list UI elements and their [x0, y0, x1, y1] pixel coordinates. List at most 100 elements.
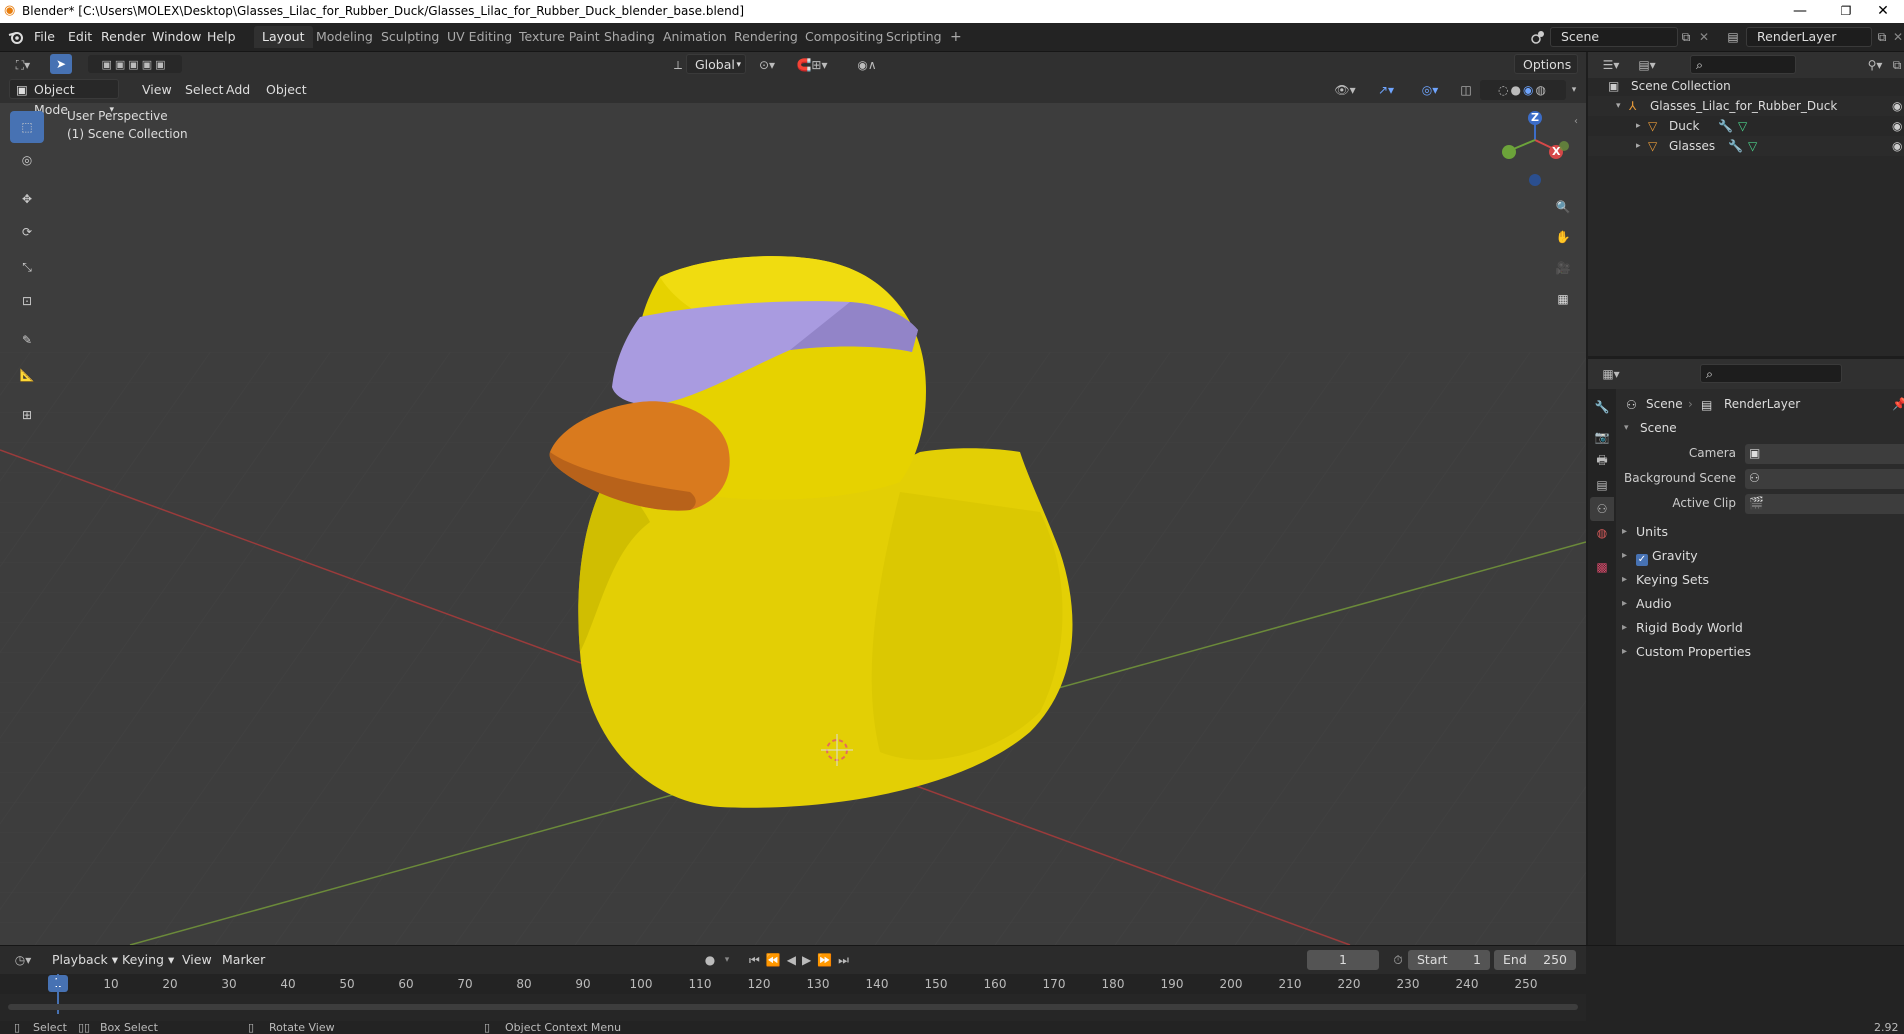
panel-custom-properties[interactable]: Custom Properties	[1622, 641, 1902, 663]
viewport-menu-view[interactable]: View	[134, 80, 180, 100]
tool-move[interactable]: ✥	[10, 183, 44, 215]
tab-texture[interactable]: ▩	[1590, 555, 1614, 579]
outliner-row-scene-collection[interactable]: ▣ Scene Collection	[1588, 76, 1904, 96]
minimize-button[interactable]: —	[1777, 0, 1823, 23]
camera-field[interactable]: ▣	[1745, 444, 1904, 464]
close-button[interactable]: ✕	[1860, 0, 1904, 23]
outliner-editor-type-icon[interactable]: ☰▾	[1596, 55, 1626, 75]
timeline-menu-marker[interactable]: Marker	[214, 950, 273, 970]
ortho-toggle-button[interactable]: ▦	[1549, 285, 1577, 313]
panel-units[interactable]: Units	[1622, 521, 1902, 543]
snap-icon[interactable]: 🧲⊞▾	[788, 55, 836, 75]
tab-animation[interactable]: Animation	[655, 26, 735, 48]
shading-options-icon[interactable]: ▾	[1566, 80, 1582, 100]
start-frame-field[interactable]: Start 1	[1408, 950, 1490, 970]
tab-uv-editing[interactable]: UV Editing	[439, 26, 520, 48]
options-dropdown[interactable]: Options▾	[1514, 54, 1578, 90]
tab-output[interactable]: 🖶	[1590, 449, 1614, 473]
tab-render[interactable]: 📷	[1590, 425, 1614, 449]
visibility-eye-icon[interactable]: ◉	[1892, 96, 1902, 116]
gizmo-toggle-icon[interactable]: ↗▾	[1368, 80, 1404, 100]
sidebar-toggle-icon[interactable]: ‹	[1574, 116, 1578, 127]
current-frame-field[interactable]: 1	[1307, 950, 1379, 970]
shading-mode-icons[interactable]: ◌● ◉ ◍	[1480, 80, 1566, 100]
menu-file[interactable]: File	[34, 29, 55, 44]
tool-transform[interactable]: ⊡	[10, 285, 44, 317]
record-icon[interactable]: ●	[700, 950, 720, 970]
selection-mode-icons[interactable]: ▣▣▣▣▣	[88, 55, 182, 73]
properties-editor-type-icon[interactable]: ▦▾	[1596, 364, 1626, 384]
timeline-ruler[interactable]: 1 10 20 30 40 50 60 70 80 90 100 110 120…	[0, 974, 1586, 994]
visibility-eye-icon[interactable]: ◉	[1892, 116, 1902, 136]
delete-view-layer-icon[interactable]: ✕	[1892, 27, 1904, 47]
tab-scripting[interactable]: Scripting	[878, 26, 950, 48]
expand-arrow-icon[interactable]: ▸	[1636, 116, 1641, 136]
proportional-edit-icon[interactable]: ◉∧	[842, 55, 892, 75]
visibility-eye-icon[interactable]: ◉	[1892, 136, 1902, 156]
new-scene-icon[interactable]: ⧉	[1676, 27, 1696, 47]
editor-type-icon[interactable]: ⛶▾	[8, 55, 38, 75]
add-workspace-button[interactable]: +	[942, 26, 970, 48]
tab-modeling[interactable]: Modeling	[308, 26, 381, 48]
tab-view-layer[interactable]: ▤	[1590, 473, 1614, 497]
transform-orientation-dropdown[interactable]: Global ▾	[686, 54, 746, 74]
tab-world[interactable]: ◍	[1590, 521, 1614, 545]
menu-window[interactable]: Window	[152, 29, 201, 44]
panel-rigid-body-world[interactable]: Rigid Body World	[1622, 617, 1902, 639]
panel-audio[interactable]: Audio	[1622, 593, 1902, 615]
tool-cursor[interactable]: ◎	[10, 144, 44, 176]
expand-arrow-icon[interactable]: ▸	[1636, 136, 1641, 156]
outliner-row-glasses[interactable]: ▸ ▽ Glasses 🔧 ▽ ◉	[1588, 136, 1904, 156]
end-frame-field[interactable]: End 250	[1494, 950, 1576, 970]
tab-texture-paint[interactable]: Texture Paint	[511, 26, 608, 48]
pivot-point-icon[interactable]: ⊙▾	[752, 55, 782, 75]
tab-scene[interactable]: ⚇	[1590, 497, 1614, 521]
tool-measure[interactable]: 📐	[10, 359, 44, 391]
menu-help[interactable]: Help	[207, 29, 236, 44]
tool-scale[interactable]: ⤡	[10, 251, 44, 283]
stopwatch-icon[interactable]: ⏱	[1388, 950, 1408, 970]
scene-selector[interactable]: Scene	[1550, 27, 1678, 47]
timeline-menu-view[interactable]: View	[174, 950, 220, 970]
scene-icon[interactable]	[1527, 27, 1549, 47]
scene-section-header[interactable]: ▾ Scene	[1618, 417, 1904, 439]
timeline-menu-keying[interactable]: Keying ▾	[114, 950, 182, 970]
expand-arrow-icon[interactable]: ▾	[1616, 96, 1621, 116]
viewport-menu-add[interactable]: Add	[218, 80, 258, 100]
xray-icon[interactable]: ◫	[1456, 80, 1476, 100]
active-clip-field[interactable]: 🎬	[1745, 494, 1904, 514]
timeline-track-area[interactable]	[0, 974, 1586, 1022]
mode-dropdown[interactable]: ▣ Object Mode ▾	[9, 79, 119, 117]
viewport-menu-object[interactable]: Object	[258, 80, 315, 100]
tab-layout[interactable]: Layout	[254, 26, 313, 48]
panel-keying-sets[interactable]: Keying Sets	[1622, 569, 1902, 591]
keyframe-type-icon[interactable]: ▾	[720, 950, 734, 970]
tab-sculpting[interactable]: Sculpting	[373, 26, 447, 48]
panel-gravity[interactable]: ✓ Gravity	[1622, 545, 1902, 567]
tool-select-box[interactable]: ⬚	[10, 111, 44, 143]
zoom-button[interactable]: 🔍	[1549, 193, 1577, 221]
outliner-row-collection[interactable]: ▾ ⅄ Glasses_Lilac_for_Rubber_Duck ◉	[1588, 96, 1904, 116]
timeline-scrollbar[interactable]	[8, 1004, 1578, 1010]
view-layer-selector[interactable]: RenderLayer	[1746, 27, 1872, 47]
visibility-icon[interactable]: 👁▾	[1330, 80, 1360, 100]
tool-annotate[interactable]: ✎	[10, 324, 44, 356]
view-layer-icon[interactable]: ▤	[1722, 27, 1744, 47]
duck-model[interactable]	[549, 256, 1073, 808]
display-mode-icon[interactable]: ▤▾	[1632, 55, 1662, 75]
tab-tool[interactable]: 🔧	[1590, 395, 1614, 419]
blender-menu-icon[interactable]	[6, 29, 26, 45]
outliner-search-input[interactable]: ⌕	[1690, 55, 1796, 74]
new-collection-icon[interactable]: ⧉	[1890, 55, 1904, 75]
outliner-row-duck[interactable]: ▸ ▽ Duck 🔧 ▽ ◉	[1588, 116, 1904, 136]
tab-rendering[interactable]: Rendering	[726, 26, 806, 48]
tool-rotate[interactable]: ⟳	[10, 216, 44, 248]
tab-shading[interactable]: Shading	[596, 26, 663, 48]
pan-button[interactable]: ✋	[1549, 223, 1577, 251]
gravity-checkbox[interactable]: ✓	[1636, 554, 1648, 566]
3d-viewport[interactable]: Z X ⛶▾ ➤ ▣▣▣▣▣ ⟂ Global ▾ ⊙▾ 🧲⊞▾ ◉∧ Optio…	[0, 52, 1586, 945]
timeline-editor-type-icon[interactable]: ◷▾	[8, 950, 38, 970]
playback-controls[interactable]: ⏮⏪◀▶⏩⏭	[742, 950, 862, 970]
overlay-toggle-icon[interactable]: ◎▾	[1412, 80, 1448, 100]
background-scene-field[interactable]: ⚇	[1745, 469, 1904, 489]
